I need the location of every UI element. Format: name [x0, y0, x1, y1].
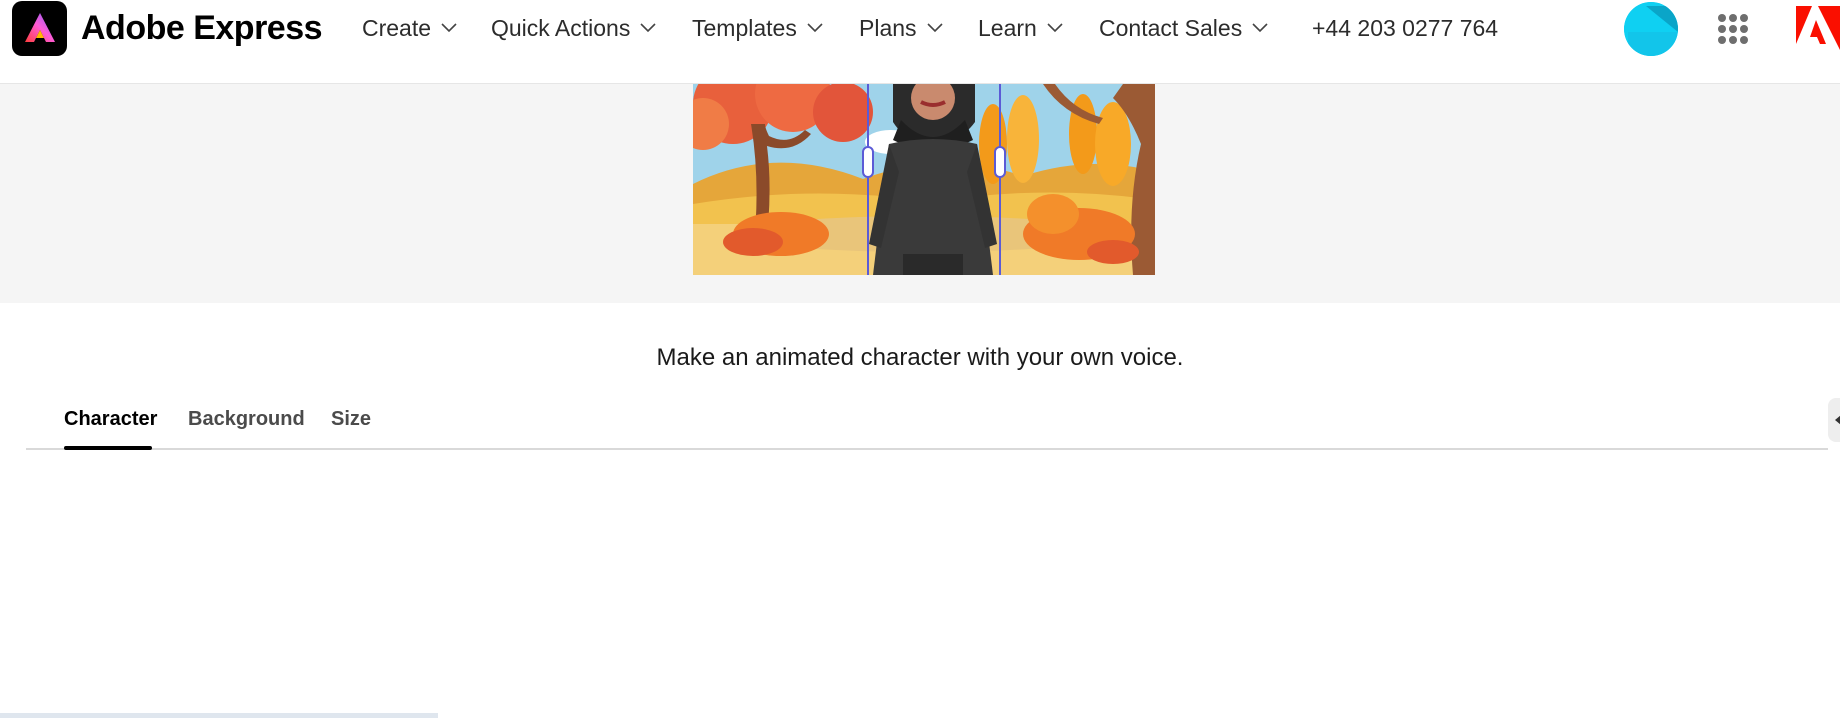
chevron-down-icon: [807, 23, 823, 33]
trim-end-line: [999, 84, 1001, 275]
brand-home-link[interactable]: Adobe Express: [12, 0, 323, 56]
chevron-down-icon: [1252, 23, 1268, 33]
chevron-down-icon: [926, 23, 943, 33]
trim-start-line: [867, 84, 869, 275]
nav-templates[interactable]: Templates: [692, 8, 823, 48]
chevron-down-icon: [441, 23, 457, 33]
side-panel-toggle[interactable]: [1828, 398, 1840, 442]
chevron-down-icon: [1047, 23, 1063, 33]
editor-tabs: Character Background Size: [26, 400, 1828, 450]
trim-start-handle[interactable]: [862, 146, 874, 178]
nav-learn-label: Learn: [978, 14, 1037, 41]
nav-quick-actions[interactable]: Quick Actions: [491, 8, 656, 48]
nav-create[interactable]: Create: [362, 8, 457, 48]
nav-contact-sales[interactable]: Contact Sales: [1099, 8, 1268, 48]
tab-background[interactable]: Background: [188, 408, 305, 431]
tab-size[interactable]: Size: [331, 408, 371, 431]
trim-end-handle[interactable]: [994, 146, 1006, 178]
nav-create-label: Create: [362, 14, 432, 41]
top-navigation: Adobe Express Create Quick Actions Templ…: [0, 0, 1840, 84]
tab-character[interactable]: Character: [64, 408, 157, 431]
page-caption: Make an animated character with your own…: [656, 344, 1184, 371]
phone-number-link[interactable]: +44 203 0277 764: [1312, 8, 1498, 48]
horizontal-scrollbar[interactable]: [0, 713, 438, 718]
nav-quick-actions-label: Quick Actions: [491, 14, 631, 41]
user-avatar[interactable]: [1624, 2, 1678, 56]
nav-plans-label: Plans: [859, 14, 917, 41]
chevron-down-icon: [640, 23, 656, 33]
nav-learn[interactable]: Learn: [978, 8, 1063, 48]
adobe-logo-icon[interactable]: [1796, 6, 1840, 50]
nav-templates-label: Templates: [692, 14, 797, 41]
chevron-left-icon: [1835, 415, 1840, 425]
character-scene-preview: [693, 84, 1155, 275]
active-tab-indicator: [64, 446, 152, 450]
brand-name: Adobe Express: [81, 8, 323, 47]
nav-plans[interactable]: Plans: [859, 8, 943, 48]
nav-contact-sales-label: Contact Sales: [1099, 14, 1243, 41]
app-grid-icon[interactable]: [1718, 14, 1748, 44]
animation-preview-area: [0, 84, 1840, 303]
adobe-express-logo-icon: [12, 0, 67, 56]
